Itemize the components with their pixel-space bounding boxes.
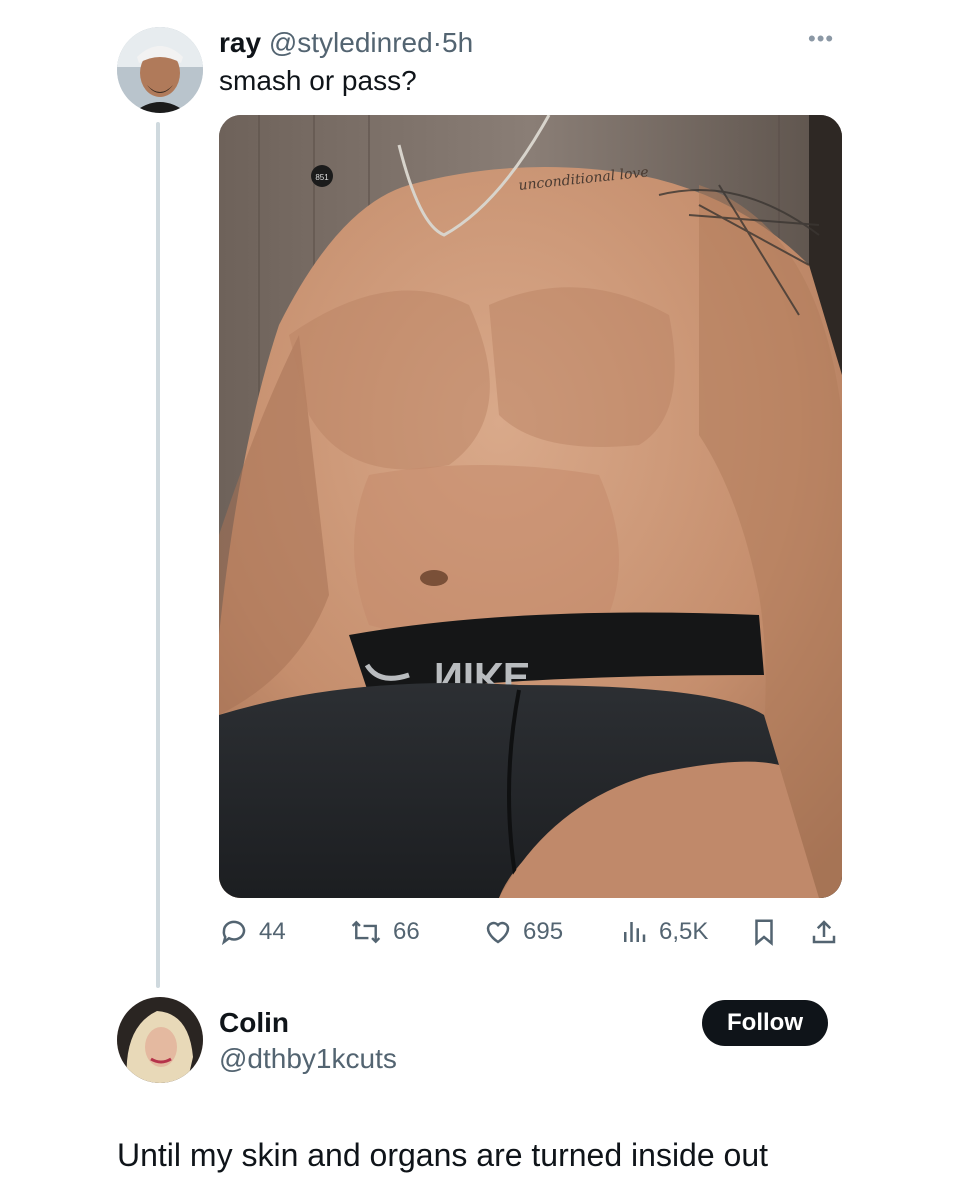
retweet-icon: [351, 920, 381, 944]
views-bar-chart-icon: [624, 922, 646, 942]
heart-icon: [486, 921, 510, 944]
retweet-count: 66: [393, 918, 420, 945]
wall-badge-text: 851: [315, 173, 329, 182]
tweet-timestamp[interactable]: 5h: [442, 27, 473, 58]
more-dots-icon[interactable]: •••: [808, 26, 834, 52]
reply-count: 44: [259, 918, 286, 945]
original-tweet: ray @styledinred·5h ••• smash or pass? u…: [0, 0, 960, 990]
retweet-action[interactable]: 66: [349, 912, 420, 952]
tweet-header: ray @styledinred·5h: [219, 26, 473, 60]
bookmark-icon: [755, 919, 773, 946]
like-action[interactable]: 695: [483, 912, 563, 952]
follow-button[interactable]: Follow: [702, 1000, 828, 1046]
reply-author-name[interactable]: Colin: [219, 1006, 289, 1040]
bookmark-action[interactable]: [749, 912, 779, 952]
views-action[interactable]: 6,5K: [619, 912, 708, 952]
thread-connector-line: [156, 122, 160, 988]
reply-tweet: Colin @dthby1kcuts Follow Until my skin …: [0, 992, 960, 1200]
reply-action[interactable]: 44: [219, 912, 286, 952]
reply-bubble-icon: [221, 920, 246, 946]
tweet-actions-bar: 44 66 695 6,5K: [219, 912, 842, 952]
views-count: 6,5K: [659, 918, 709, 945]
header-separator: ·: [432, 27, 442, 58]
reply-author-handle[interactable]: @dthby1kcuts: [219, 1042, 397, 1076]
author-name[interactable]: ray: [219, 27, 261, 58]
reply-author-avatar[interactable]: [117, 997, 203, 1083]
author-handle[interactable]: @styledinred: [269, 27, 433, 58]
reply-text: Until my skin and organs are turned insi…: [117, 1137, 769, 1173]
tweet-photo[interactable]: unconditional love NIKE 851: [219, 115, 842, 898]
share-upload-icon: [812, 920, 836, 944]
like-count: 695: [523, 918, 564, 945]
share-action[interactable]: [809, 912, 839, 952]
author-avatar[interactable]: [117, 27, 203, 113]
tweet-text: smash or pass?: [219, 65, 417, 96]
